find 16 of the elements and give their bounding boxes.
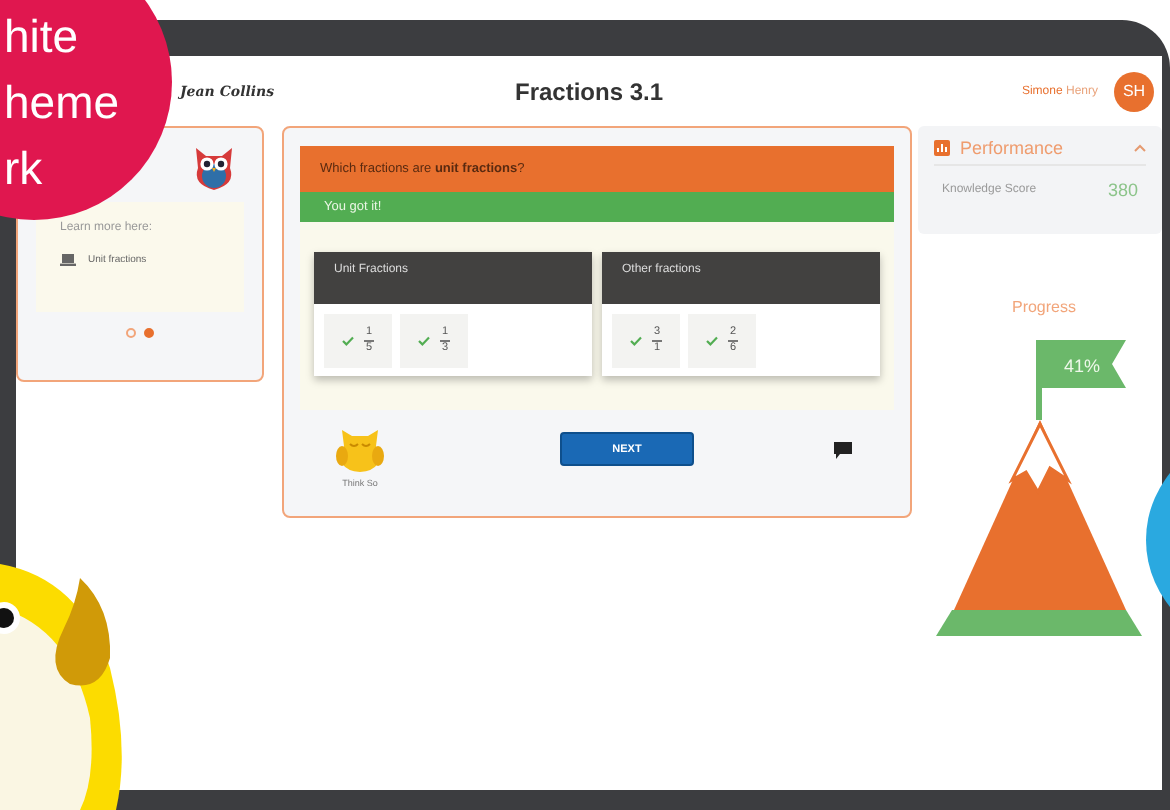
comment-icon[interactable] [834, 442, 852, 460]
owl-icon [192, 144, 236, 192]
chart-icon [934, 140, 950, 156]
metric-value: 380 [1107, 180, 1138, 200]
laptop-icon [60, 254, 76, 266]
promo-text: heme [4, 74, 120, 132]
carousel-dot[interactable] [126, 328, 136, 338]
panel-title: Performance [960, 138, 1066, 158]
promo-text: hite [4, 8, 79, 66]
progress-percent: 41% [1064, 356, 1100, 376]
owl-icon [334, 426, 386, 474]
promo-text: rk [4, 140, 43, 198]
carousel-dot[interactable] [144, 328, 154, 338]
page-title: Fractions 3.1 [514, 77, 664, 105]
progress-title: Progress [1011, 298, 1076, 316]
caret-icon[interactable] [1134, 144, 1146, 152]
